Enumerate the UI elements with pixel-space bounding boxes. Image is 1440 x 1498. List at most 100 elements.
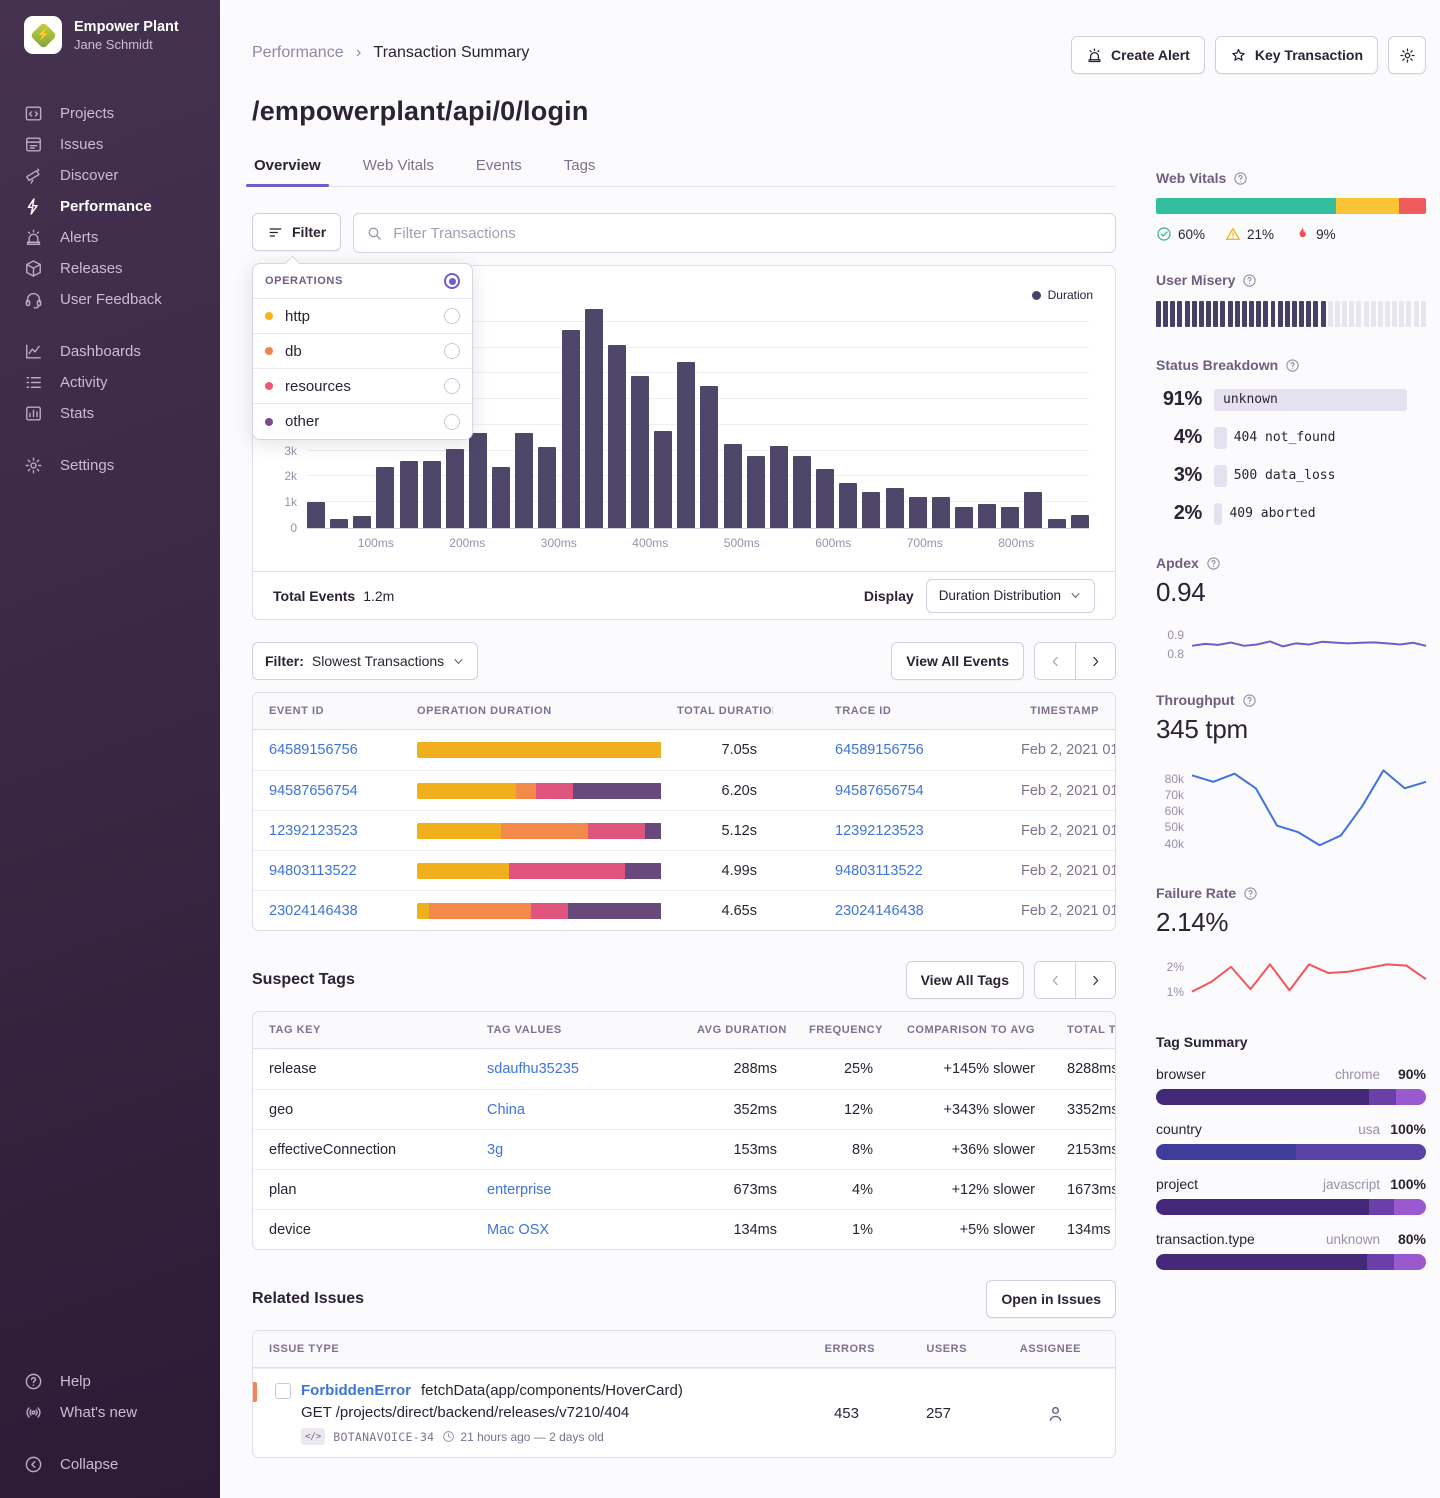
sidebar-item-discover[interactable]: Discover — [24, 160, 220, 191]
avg-duration-cell: 352ms — [681, 1102, 793, 1118]
status-pill — [1214, 465, 1227, 487]
sidebar-item-user-feedback[interactable]: User Feedback — [24, 284, 220, 315]
trace-id-link[interactable]: 94587656754 — [835, 783, 924, 799]
settings-gear-button[interactable] — [1388, 36, 1426, 74]
axis-tick-label: 0.8 — [1167, 647, 1184, 661]
view-all-tags-button[interactable]: View All Tags — [906, 961, 1024, 999]
issue-error-type-link[interactable]: ForbiddenError — [301, 1382, 411, 1399]
tab-web-vitals[interactable]: Web Vitals — [361, 147, 436, 186]
histogram-bar — [1071, 515, 1089, 528]
tab-tags[interactable]: Tags — [562, 147, 598, 186]
histogram-bar — [724, 444, 742, 528]
breadcrumb-performance[interactable]: Performance — [252, 44, 344, 61]
issue-checkbox[interactable] — [275, 1383, 291, 1399]
trace-id-link[interactable]: 64589156756 — [835, 742, 924, 758]
column-header: OPERATION DURATION — [401, 705, 661, 717]
event-id-link[interactable]: 94587656754 — [269, 783, 358, 799]
trace-id-link[interactable]: 12392123523 — [835, 823, 924, 839]
sidebar-nav-collapse: Collapse — [24, 1449, 220, 1480]
tags-prev-button[interactable] — [1035, 962, 1075, 998]
sidebar-item-issues[interactable]: Issues — [24, 129, 220, 160]
help-question-icon[interactable] — [1233, 171, 1248, 186]
misery-tick — [1378, 301, 1383, 327]
sidebar-item-performance[interactable]: Performance — [24, 191, 220, 222]
search-input[interactable] — [393, 225, 1103, 242]
help-question-icon[interactable] — [1206, 556, 1221, 571]
tag-bar-segment-0 — [1156, 1199, 1369, 1215]
tag-value-link[interactable]: Mac OSX — [487, 1222, 549, 1238]
operation-radio[interactable] — [444, 343, 460, 359]
time-lost-cell: 134ms — [1051, 1222, 1115, 1238]
event-id-link[interactable]: 12392123523 — [269, 823, 358, 839]
tags-next-button[interactable] — [1075, 962, 1115, 998]
operations-all-radio[interactable] — [444, 273, 460, 289]
open-in-issues-button[interactable]: Open in Issues — [986, 1280, 1116, 1318]
operation-option-resources[interactable]: resources — [253, 369, 472, 404]
operations-dropdown: OPERATIONS http dbresourcesother — [252, 263, 473, 440]
tab-events[interactable]: Events — [474, 147, 524, 186]
sidebar-item-what-s-new[interactable]: What's new — [24, 1397, 220, 1428]
operations-dropdown-header[interactable]: OPERATIONS — [253, 264, 472, 299]
histogram-bar — [886, 488, 904, 528]
operation-option-http[interactable]: http — [253, 299, 472, 334]
column-header: EVENT ID — [253, 705, 401, 717]
failure-rate-section: Failure Rate 2.14% 2%1% — [1156, 885, 1426, 1004]
tab-overview[interactable]: Overview — [252, 147, 323, 186]
key-transaction-button[interactable]: Key Transaction — [1215, 36, 1378, 74]
op-segment-orange — [429, 903, 531, 919]
operation-option-db[interactable]: db — [253, 334, 472, 369]
operation-radio[interactable] — [444, 378, 460, 394]
misery-tick — [1292, 301, 1297, 327]
sidebar-item-releases[interactable]: Releases — [24, 253, 220, 284]
sidebar-item-activity[interactable]: Activity — [24, 367, 220, 398]
projects-icon — [24, 104, 43, 123]
events-next-button[interactable] — [1075, 643, 1115, 679]
event-id-link[interactable]: 23024146438 — [269, 903, 358, 919]
operation-duration-bar — [417, 863, 661, 879]
column-header: ERRORS — [807, 1343, 903, 1355]
operation-radio[interactable] — [444, 308, 460, 324]
sidebar-item-settings[interactable]: Settings — [24, 450, 220, 481]
operation-option-other[interactable]: other — [253, 404, 472, 439]
org-name: Empower Plant — [74, 19, 179, 35]
histogram-bar — [1048, 519, 1066, 528]
help-question-icon[interactable] — [1285, 358, 1300, 373]
misery-tick — [1364, 301, 1369, 327]
trace-id-link[interactable]: 94803113522 — [835, 863, 923, 879]
sidebar-item-dashboards[interactable]: Dashboards — [24, 336, 220, 367]
sidebar-item-collapse[interactable]: Collapse — [24, 1449, 220, 1480]
help-question-icon[interactable] — [1242, 273, 1257, 288]
help-question-icon[interactable] — [1243, 886, 1258, 901]
events-prev-button[interactable] — [1035, 643, 1075, 679]
display-select[interactable]: Duration Distribution — [926, 579, 1095, 613]
tag-value-link[interactable]: China — [487, 1102, 525, 1118]
operation-radio[interactable] — [444, 414, 460, 430]
status-breakdown-row: 4%404 not_found — [1156, 426, 1426, 449]
filter-button[interactable]: Filter — [252, 213, 341, 251]
op-segment-orange — [516, 783, 536, 799]
trace-id-link[interactable]: 23024146438 — [835, 903, 924, 919]
histogram-bar — [562, 330, 580, 528]
sidebar-item-projects[interactable]: Projects — [24, 98, 220, 129]
sidebar-item-alerts[interactable]: Alerts — [24, 222, 220, 253]
misery-tick — [1385, 301, 1390, 327]
create-alert-button[interactable]: Create Alert — [1071, 36, 1205, 74]
help-question-icon[interactable] — [1242, 693, 1257, 708]
histogram-bar — [677, 362, 695, 528]
view-all-events-button[interactable]: View All Events — [891, 642, 1024, 680]
web-vitals-segment-1 — [1336, 198, 1399, 214]
events-filter-select[interactable]: Filter: Slowest Transactions — [252, 642, 478, 680]
tag-value-link[interactable]: enterprise — [487, 1182, 551, 1198]
event-id-link[interactable]: 94803113522 — [269, 863, 357, 879]
sidebar-item-stats[interactable]: Stats — [24, 398, 220, 429]
sidebar-item-help[interactable]: Help — [24, 1366, 220, 1397]
event-id-link[interactable]: 64589156756 — [269, 742, 358, 758]
org-switcher[interactable]: ⚡ Empower Plant Jane Schmidt — [24, 16, 220, 54]
event-id-cell: 64589156756 — [253, 742, 401, 758]
tag-value-link[interactable]: sdaufhu35235 — [487, 1061, 579, 1077]
operation-label: http — [285, 308, 444, 325]
histogram-bar — [631, 376, 649, 528]
tag-value-link[interactable]: 3g — [487, 1142, 503, 1158]
table-row: releasesdaufhu35235288ms25%+145% slower8… — [253, 1049, 1115, 1089]
assignee-person-icon[interactable] — [1046, 1404, 1065, 1423]
